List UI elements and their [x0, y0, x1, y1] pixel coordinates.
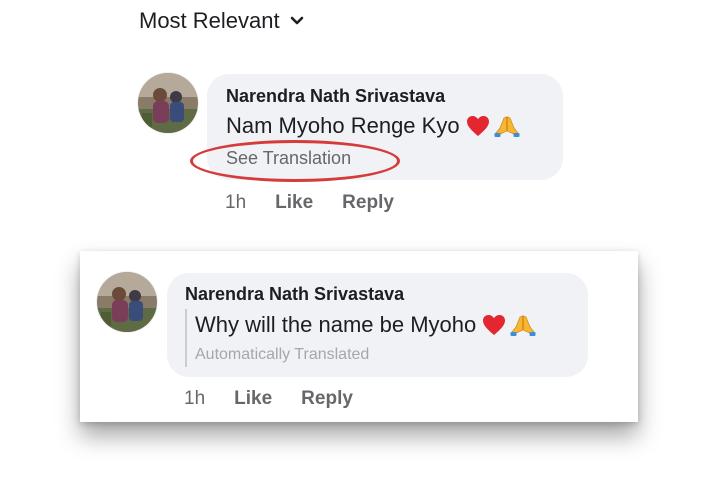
- comment-text: Why will the name be Myoho: [195, 312, 536, 338]
- comment-author[interactable]: Narendra Nath Srivastava: [226, 86, 445, 107]
- comment-text-content: Why will the name be Myoho: [195, 312, 477, 337]
- like-button[interactable]: Like: [275, 192, 313, 214]
- comment-text: Nam Myoho Renge Kyo: [226, 113, 520, 139]
- comment-time[interactable]: 1h: [225, 192, 246, 214]
- folded-hands-icon: [494, 116, 520, 137]
- red-heart-icon: [483, 315, 506, 335]
- sort-dropdown[interactable]: Most Relevant: [139, 8, 304, 34]
- folded-hands-icon: [510, 315, 536, 336]
- comment-actions: 1h Like Reply: [225, 192, 394, 214]
- highlight-oval: [190, 140, 400, 182]
- avatar[interactable]: [138, 73, 198, 133]
- sort-label: Most Relevant: [139, 8, 280, 33]
- like-button[interactable]: Like: [234, 388, 272, 410]
- reply-button[interactable]: Reply: [342, 192, 394, 214]
- comment-text-content: Nam Myoho Renge Kyo: [226, 113, 460, 138]
- avatar-photo: [138, 73, 198, 133]
- red-heart-icon: [466, 116, 489, 136]
- comment-time[interactable]: 1h: [184, 388, 205, 410]
- chevron-down-icon: [290, 16, 303, 25]
- emoji-group: [482, 313, 536, 337]
- avatar[interactable]: [97, 272, 157, 332]
- comments-screenshot: Most Relevant Narendra Nath Srivastava N…: [0, 0, 719, 477]
- comment-author[interactable]: Narendra Nath Srivastava: [185, 284, 404, 305]
- translation-quote-bar: [185, 309, 187, 367]
- translated-comment-card: Narendra Nath Srivastava Why will the na…: [80, 251, 638, 422]
- avatar-photo: [97, 272, 157, 332]
- comment-actions: 1h Like Reply: [184, 388, 353, 410]
- reply-button[interactable]: Reply: [301, 388, 353, 410]
- emoji-group: [466, 114, 520, 138]
- automatically-translated-label: Automatically Translated: [195, 346, 370, 363]
